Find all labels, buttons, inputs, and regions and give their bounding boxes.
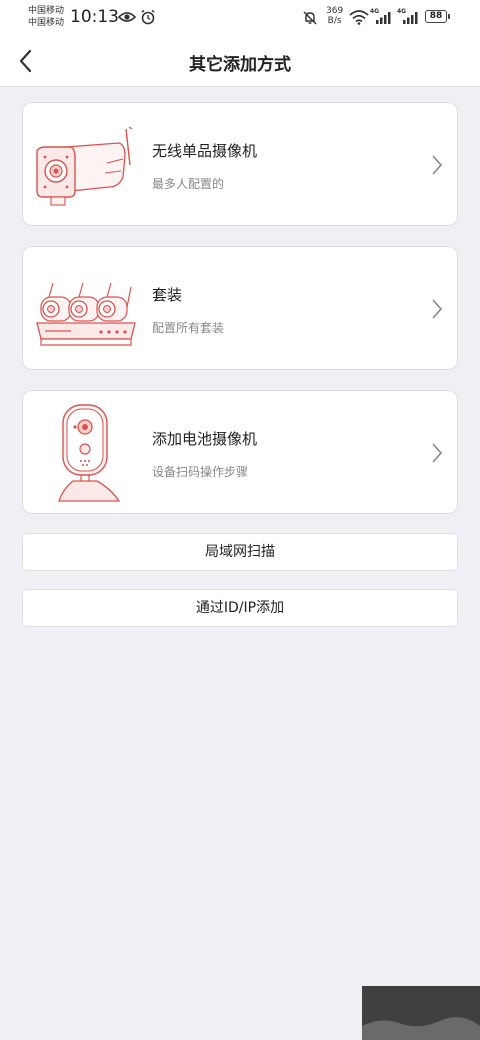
option-subtitle: 配置所有套装 xyxy=(152,321,225,335)
lan-scan-button[interactable]: 局域网扫描 xyxy=(22,533,458,571)
carrier-2: 中国移动 xyxy=(28,18,65,28)
alarm-icon xyxy=(141,9,155,25)
corner-thumbnail xyxy=(362,986,480,1040)
network-speed-unit: B/s xyxy=(327,16,342,26)
status-time: 10:13 xyxy=(70,7,119,27)
network-speed: 369 B/s xyxy=(326,6,343,26)
add-by-id-button[interactable]: 通过ID/IP添加 xyxy=(22,589,458,627)
option-subtitle: 最多人配置的 xyxy=(152,177,225,191)
chevron-right-icon xyxy=(432,299,443,319)
option-title: 套装 xyxy=(152,286,183,304)
carrier-1: 中国移动 xyxy=(28,6,65,16)
wifi-icon xyxy=(349,10,369,25)
signal-2: 4G xyxy=(397,8,421,26)
chevron-right-icon xyxy=(432,443,443,463)
signal-bars-icon xyxy=(403,12,418,24)
eye-icon xyxy=(118,12,136,22)
nav-header: 其它添加方式 xyxy=(0,36,480,87)
bullet-camera-illustration xyxy=(36,126,133,206)
option-title: 无线单品摄像机 xyxy=(152,142,258,160)
nvr-kit-illustration xyxy=(36,282,136,346)
carrier-labels: 中国移动 中国移动 xyxy=(28,5,64,29)
battery-indicator: 88 xyxy=(425,10,450,23)
page-title: 其它添加方式 xyxy=(189,55,291,75)
mute-bell-icon xyxy=(303,11,317,25)
chevron-right-icon xyxy=(432,155,443,175)
signal-1: 4G xyxy=(370,8,394,26)
option-wireless-camera[interactable]: 无线单品摄像机 最多人配置的 xyxy=(22,102,458,226)
option-kit[interactable]: 套装 配置所有套装 xyxy=(22,246,458,370)
option-subtitle: 设备扫码操作步骤 xyxy=(152,465,249,479)
option-battery-camera[interactable]: 添加电池摄像机 设备扫码操作步骤 xyxy=(22,390,458,514)
option-title: 添加电池摄像机 xyxy=(152,430,258,448)
network-speed-value: 369 xyxy=(326,6,344,16)
status-bar: 中国移动 中国移动 10:13 369 B/s 4G 4G 88 xyxy=(0,0,480,36)
battery-camera-illustration xyxy=(58,404,121,502)
signal-bars-icon xyxy=(376,12,391,24)
